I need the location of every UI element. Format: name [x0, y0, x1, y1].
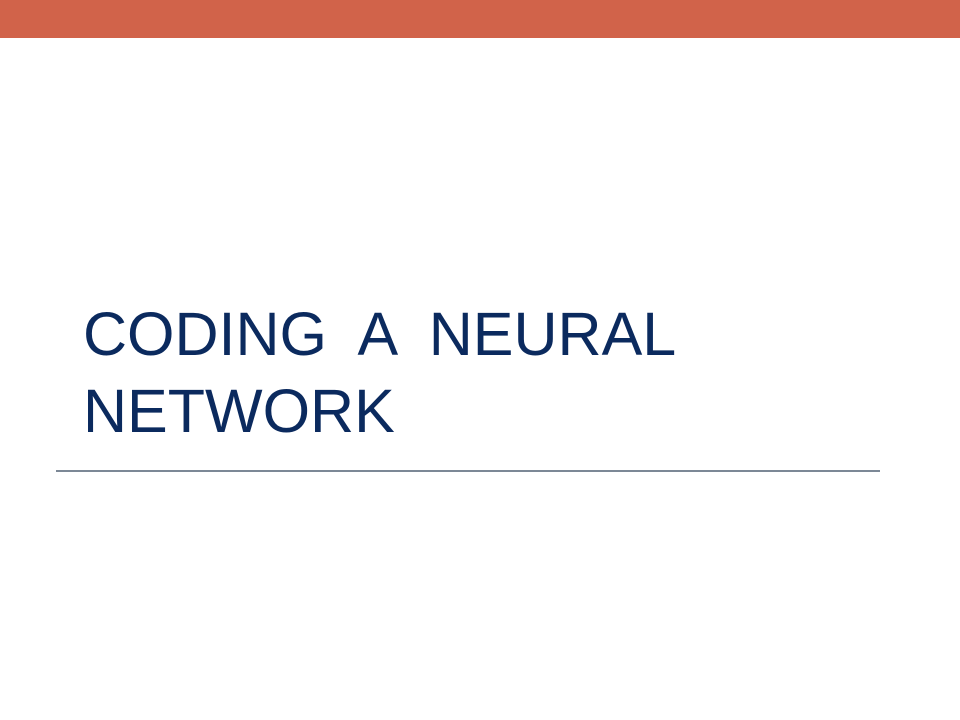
title-divider [56, 470, 880, 472]
title-line-2: NETWORK [83, 377, 395, 445]
slide-title: CODING A NEURAL NETWORK [83, 296, 883, 450]
title-line-1: CODING A NEURAL [83, 300, 677, 368]
accent-bar [0, 0, 960, 38]
slide: CODING A NEURAL NETWORK [0, 0, 960, 720]
